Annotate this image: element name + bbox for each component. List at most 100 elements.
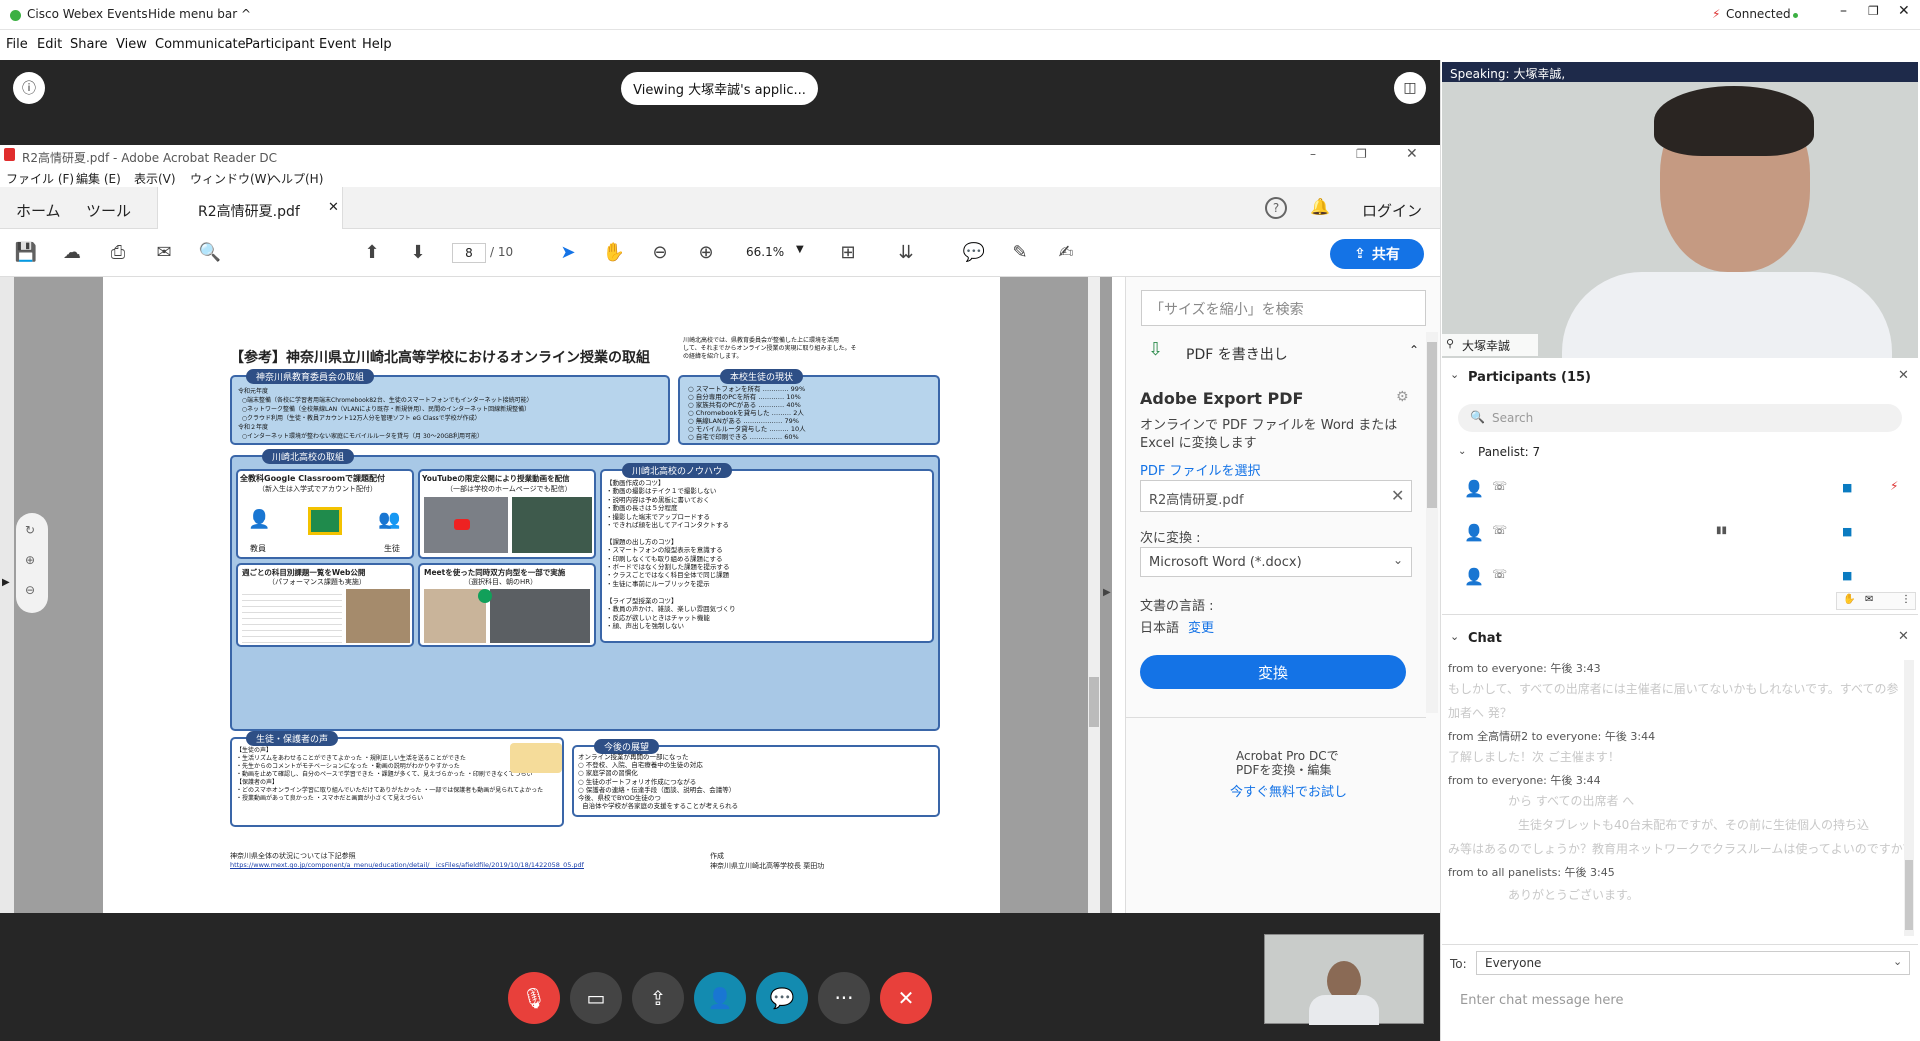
share-button[interactable]: ⇪ 共有 [1330,239,1424,269]
more-actions-icon[interactable]: ⋮ [1901,594,1911,605]
participants-button[interactable]: 👤 [694,972,746,1024]
self-view-video[interactable] [1264,934,1424,1025]
menu-edit[interactable]: Edit [37,37,62,52]
participants-collapse-icon[interactable]: ⌄ [1450,368,1459,381]
close-icon[interactable]: ✕ [1898,3,1910,19]
layout-toggle-icon[interactable]: ◫ [1394,72,1426,104]
footer-url[interactable]: https://www.mext.go.jp/component/a_menu/… [230,861,584,869]
export-header[interactable]: PDF を書き出し [1186,344,1288,364]
rotate-icon[interactable]: ↻ [25,523,35,537]
acro-menu-view[interactable]: 表示(V) [134,170,176,187]
minimize-icon[interactable]: – [1840,3,1847,19]
page-up-icon[interactable]: ⬆ [360,241,384,265]
mute-button[interactable]: 🎙 [508,972,560,1024]
zoom-level[interactable]: 66.1% [746,245,784,259]
page-number-input[interactable]: 8 [452,243,486,263]
menu-communicate[interactable]: Communicate [155,37,246,52]
viewing-badge[interactable]: Viewing 大塚幸誠's applic... [621,72,818,105]
selected-file-field[interactable]: R2高情研夏.pdf ✕ [1140,480,1412,512]
participant-row[interactable]: 👤 ☏ ■ ⚡ [1462,478,1902,502]
acro-menu-file[interactable]: ファイル (F) [6,170,74,187]
raise-hand-icon[interactable]: ✋ [1843,594,1855,605]
menu-event[interactable]: Event [319,37,356,52]
mail-icon[interactable]: ✉ [152,241,176,265]
page-down-icon[interactable]: ⬇ [406,241,430,265]
lang-change-link[interactable]: 変更 [1188,617,1214,636]
expand-right-icon[interactable]: ▶ [1103,587,1111,598]
acro-menu-edit[interactable]: 編集 (E) [76,170,121,187]
more-button[interactable]: ··· [818,972,870,1024]
chat-button[interactable]: 💬 [756,972,808,1024]
scroll-mode-icon[interactable]: ⇊ [894,241,918,265]
zoom-search-icon[interactable]: 🔍 [198,241,222,265]
chat-scroll-thumb[interactable] [1905,860,1913,930]
pane-scrollbar[interactable] [1426,332,1438,713]
float-zoom-out-icon[interactable]: ⊖ [25,583,35,597]
zoom-out-icon[interactable]: ⊖ [648,241,672,265]
zoom-dropdown-icon[interactable]: ▼ [796,244,804,255]
highlight-icon[interactable]: ✎ [1008,241,1032,265]
select-cursor-icon[interactable]: ➤ [556,241,580,265]
promo-link[interactable]: 今すぐ無料でお試し [1230,781,1347,800]
participants-search[interactable]: 🔍 Search [1458,404,1902,432]
acro-menu-window[interactable]: ウィンドウ(W) [190,170,271,187]
select-file-link[interactable]: PDF ファイルを選択 [1140,460,1260,479]
video-button[interactable]: ▭ [570,972,622,1024]
acrobat-minimize-icon[interactable]: – [1310,147,1316,161]
login-link[interactable]: ログイン [1362,200,1422,221]
hand-tool-icon[interactable]: ✋ [602,241,626,265]
participant-row[interactable]: 👤 ☏ ■ [1462,566,1902,590]
convert-to-select[interactable]: Microsoft Word (*.docx) ⌄ [1140,547,1412,577]
fit-page-icon[interactable]: ⊞ [836,241,860,265]
help-icon[interactable]: ? [1265,197,1287,219]
participant-row[interactable]: 👤 ☏ ▮▮ ■ [1462,522,1902,546]
tab-tools[interactable]: ツール [86,200,131,221]
pane-scroll-thumb[interactable] [1427,342,1437,508]
clear-file-icon[interactable]: ✕ [1391,486,1404,505]
upload-cloud-icon[interactable]: ☁ [60,241,84,265]
message-icon[interactable]: ✉ [1865,594,1873,605]
tool-search-input[interactable]: 「サイズを縮小」を検索 [1141,290,1426,326]
info-icon[interactable]: ⓘ [13,72,45,104]
export-settings-icon[interactable]: ⚙ [1396,389,1409,405]
left-collapse-handle[interactable]: ▶ [0,277,14,913]
print-icon[interactable]: ⎙ [106,241,130,265]
restore-icon[interactable]: ❐ [1868,4,1879,18]
chat-close-icon[interactable]: ✕ [1898,629,1909,644]
page-total: / 10 [490,245,514,259]
zoom-in-icon[interactable]: ⊕ [694,241,718,265]
panelist-collapse-icon[interactable]: ⌄ [1458,446,1466,457]
doc-scrollbar[interactable] [1088,277,1100,913]
mic-muted-icon: ⚡ [1712,7,1721,21]
camera-icon: ■ [1842,569,1853,582]
chat-scrollbar[interactable] [1904,660,1914,936]
acrobat-close-icon[interactable]: ✕ [1406,146,1418,162]
participants-close-icon[interactable]: ✕ [1898,368,1909,383]
sign-icon[interactable]: ✍ [1054,241,1078,265]
hide-menu-button[interactable]: Hide menu bar ^ [148,7,251,21]
tab-home[interactable]: ホーム [16,200,61,221]
bell-icon[interactable]: 🔔 [1310,197,1330,216]
acrobat-restore-icon[interactable]: ❐ [1356,147,1367,161]
convert-button[interactable]: 変換 [1140,655,1406,689]
collapse-export-icon[interactable]: ⌃ [1409,343,1419,357]
menu-view[interactable]: View [116,37,147,52]
acro-menu-help[interactable]: ヘルプ(H) [269,170,323,187]
comment-icon[interactable]: 💬 [962,241,986,265]
chat-message-input[interactable]: Enter chat message here [1460,993,1623,1008]
menu-file[interactable]: File [6,37,28,52]
share-content-button[interactable]: ⇪ [632,972,684,1024]
tab-document[interactable]: R2高情研夏.pdf ✕ [157,187,343,229]
save-icon[interactable]: 💾 [14,241,38,265]
menu-share[interactable]: Share [70,37,108,52]
doc-tab-close-icon[interactable]: ✕ [328,200,339,215]
chat-collapse-icon[interactable]: ⌄ [1450,630,1459,643]
doc-tab-label: R2高情研夏.pdf [198,204,300,220]
float-zoom-in-icon[interactable]: ⊕ [25,553,35,567]
leave-button[interactable]: ✕ [880,972,932,1024]
expand-left-icon[interactable]: ▶ [2,577,10,588]
recipient-select[interactable]: Everyone ⌄ [1476,951,1910,975]
menu-help[interactable]: Help [362,37,392,52]
menu-participant[interactable]: Participant [245,37,315,52]
doc-scroll-thumb[interactable] [1089,677,1099,727]
